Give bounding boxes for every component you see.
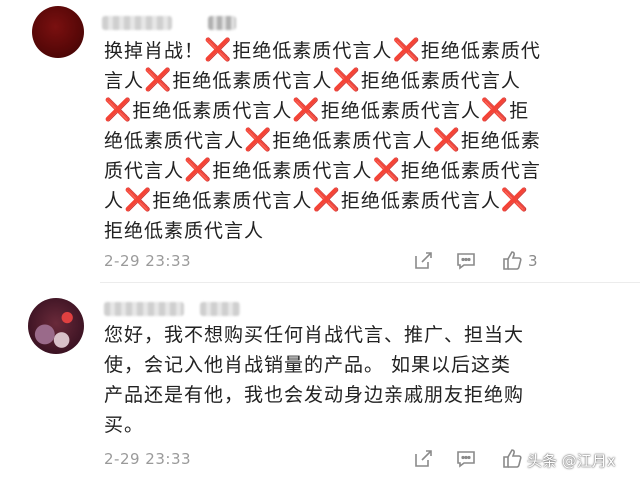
share-icon[interactable] [412, 250, 434, 272]
share-icon[interactable] [412, 448, 434, 470]
red-cross-icon: ❌ [124, 188, 153, 213]
red-cross-icon: ❌ [144, 68, 173, 93]
user-badge-blurred [208, 16, 236, 30]
username-blurred[interactable] [102, 16, 172, 30]
repeated-phrase: 拒绝低素质代言人 [132, 100, 293, 122]
red-cross-icon: ❌ [332, 68, 361, 93]
red-cross-icon: ❌ [104, 98, 133, 123]
like-icon[interactable] [500, 446, 524, 470]
username-blurred-2 [200, 302, 240, 316]
username-blurred[interactable] [104, 302, 184, 316]
red-cross-icon: ❌ [432, 128, 461, 153]
comment-icon[interactable] [455, 250, 477, 272]
watermark: 头条 @江月x [527, 452, 616, 470]
repeated-phrase: 拒绝低素质代言人 [340, 190, 501, 212]
red-cross-icon: ❌ [244, 128, 273, 153]
red-cross-icon: ❌ [480, 98, 510, 123]
avatar[interactable] [28, 298, 84, 354]
red-cross-icon: ❌ [392, 38, 421, 63]
repeated-phrase: 拒绝低素质代言人 [232, 40, 393, 62]
red-cross-icon: ❌ [500, 188, 530, 213]
comment-icon[interactable] [455, 448, 477, 470]
avatar[interactable] [32, 6, 84, 58]
comment-time: 2-29 23:33 [104, 450, 192, 468]
like-count: 3 [528, 252, 538, 270]
repeated-phrase: 拒绝低素质代言人 [152, 190, 313, 212]
red-cross-icon: ❌ [292, 98, 321, 123]
like-icon[interactable] [500, 248, 524, 272]
repeated-phrase: 拒绝低素质代言人 [272, 130, 433, 152]
repeated-phrase: 拒绝低素质代言人 [320, 100, 481, 122]
comment-text-1: 换掉肖战！❌拒绝低素质代言人❌拒绝低素质代言人❌拒绝低素质代言人❌拒绝低素质代言… [104, 36, 544, 246]
red-cross-icon: ❌ [204, 38, 233, 63]
red-cross-icon: ❌ [372, 158, 401, 183]
comment-text-2: 您好，我不想购买任何肖战代言、推广、担当大使，会记入他肖战销量的产品。 如果以后… [104, 324, 525, 436]
comment-prefix: 换掉肖战！ [104, 40, 205, 62]
repeated-phrase: 拒绝低素质代言人 [172, 70, 333, 92]
repeated-phrase: 拒绝低素质代言人 [212, 160, 373, 182]
red-cross-icon: ❌ [184, 158, 213, 183]
repeated-phrase: 拒绝低素质代言人 [360, 70, 521, 92]
divider [100, 282, 640, 283]
repeated-phrase: 拒绝低素质代言人 [104, 220, 265, 242]
comment-time: 2-29 23:33 [104, 252, 192, 270]
red-cross-icon: ❌ [312, 188, 341, 213]
